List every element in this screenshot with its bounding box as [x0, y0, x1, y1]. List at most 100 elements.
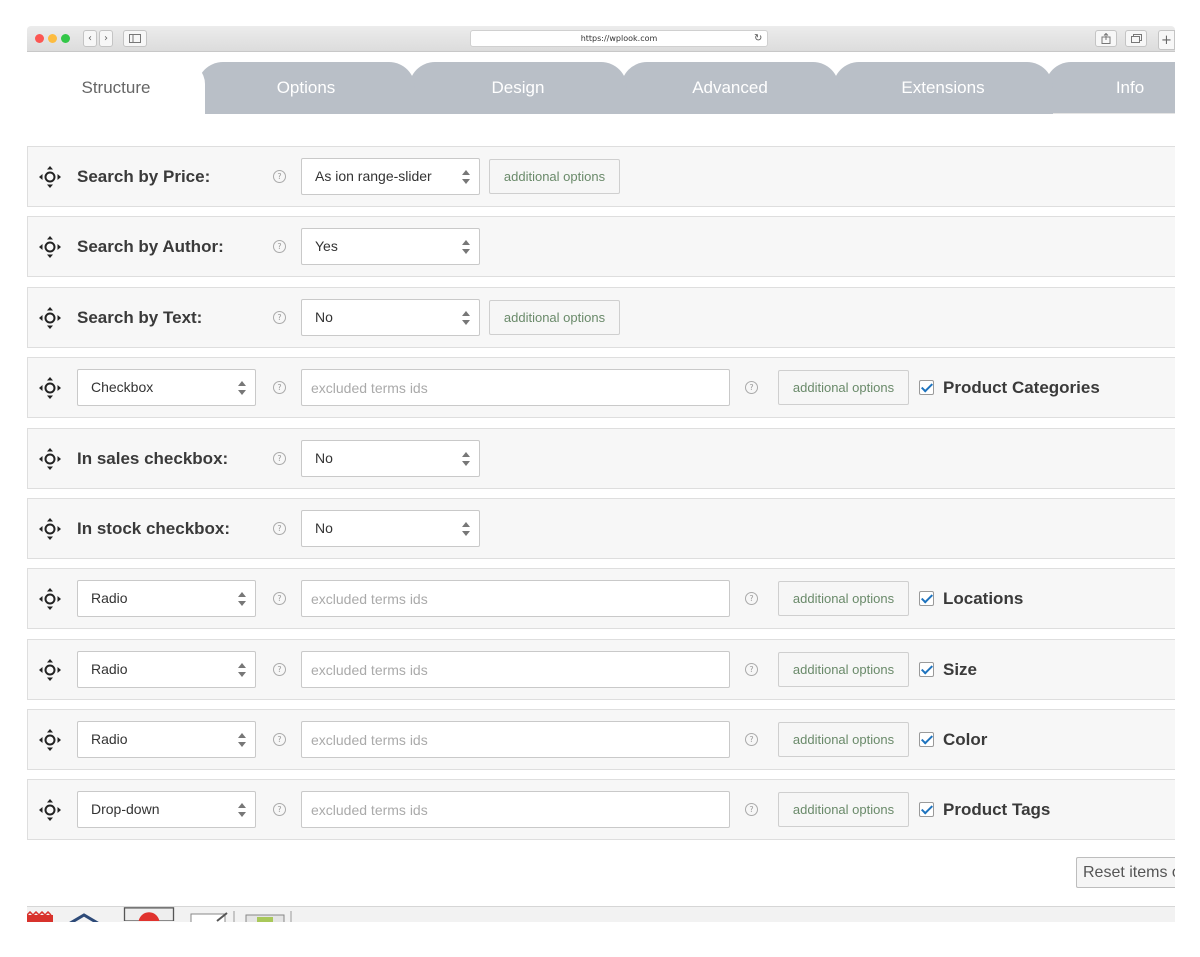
button-label: additional options — [792, 591, 895, 606]
help-icon[interactable]: ? — [273, 663, 286, 676]
display-type-select[interactable]: No — [301, 510, 480, 547]
tabs-overview-button[interactable] — [1125, 30, 1147, 47]
folder-icon[interactable] — [243, 911, 293, 922]
reload-icon[interactable]: ↻ — [754, 30, 762, 47]
additional-options-button[interactable]: additional options — [778, 581, 909, 616]
browser-toolbar: ‹ › https://wplook.com ↻ + — [27, 26, 1175, 52]
taxonomy-checkbox[interactable] — [919, 732, 934, 747]
record-icon[interactable] — [120, 907, 178, 921]
edit-icon[interactable] — [187, 911, 235, 922]
move-icon[interactable] — [38, 235, 62, 259]
display-type-select[interactable]: No — [301, 440, 480, 477]
tabs-icon — [1130, 34, 1142, 43]
display-type-select[interactable]: No — [301, 299, 480, 336]
help-icon[interactable]: ? — [273, 240, 286, 253]
select-value: Drop-down — [91, 801, 160, 817]
help-icon[interactable]: ? — [273, 803, 286, 816]
select-arrows-icon — [462, 451, 470, 467]
display-type-select[interactable]: As ion range-slider — [301, 158, 480, 195]
item-row-locations: Radio ? ? additional options Locations — [27, 568, 1175, 629]
move-icon[interactable] — [38, 728, 62, 752]
display-type-select[interactable]: Yes — [301, 228, 480, 265]
tab-label: Info — [1115, 78, 1145, 97]
calendar-icon[interactable] — [27, 911, 53, 922]
display-type-select[interactable]: Checkbox — [77, 369, 256, 406]
back-button[interactable]: ‹ — [83, 30, 97, 47]
display-type-select[interactable]: Radio — [77, 651, 256, 688]
move-icon[interactable] — [38, 517, 62, 541]
tab-options[interactable]: Options — [197, 62, 415, 114]
help-icon[interactable]: ? — [273, 733, 286, 746]
tab-label: Advanced — [692, 78, 768, 97]
excluded-terms-input[interactable] — [301, 580, 730, 617]
additional-options-button[interactable]: additional options — [778, 722, 909, 757]
sidebar-toggle-button[interactable] — [123, 30, 147, 47]
excluded-terms-input[interactable] — [301, 791, 730, 828]
close-window-button[interactable] — [35, 34, 44, 43]
help-icon[interactable]: ? — [745, 733, 758, 746]
tab-info[interactable]: Info — [1045, 62, 1175, 114]
item-row-product-categories: Checkbox ? ? additional options Product … — [27, 357, 1175, 418]
move-icon[interactable] — [38, 306, 62, 330]
reset-items-order-button[interactable]: Reset items order — [1076, 857, 1175, 888]
help-icon[interactable]: ? — [273, 170, 286, 183]
item-row-in-sales: In sales checkbox: ? No — [27, 428, 1175, 489]
select-value: Radio — [91, 590, 128, 606]
help-icon[interactable]: ? — [745, 592, 758, 605]
back-icon: ‹ — [88, 33, 92, 44]
additional-options-button[interactable]: additional options — [489, 300, 620, 335]
move-icon[interactable] — [38, 447, 62, 471]
help-icon[interactable]: ? — [273, 592, 286, 605]
bottom-dock — [27, 906, 1175, 922]
move-icon[interactable] — [38, 587, 62, 611]
additional-options-button[interactable]: additional options — [778, 652, 909, 687]
display-type-select[interactable]: Drop-down — [77, 791, 256, 828]
address-bar[interactable]: https://wplook.com — [470, 30, 768, 47]
share-button[interactable] — [1095, 30, 1117, 47]
move-icon[interactable] — [38, 658, 62, 682]
home-icon[interactable] — [65, 911, 103, 922]
forward-button[interactable]: › — [99, 30, 113, 47]
zoom-window-button[interactable] — [61, 34, 70, 43]
additional-options-button[interactable]: additional options — [778, 370, 909, 405]
help-icon[interactable]: ? — [745, 663, 758, 676]
select-value: No — [315, 309, 333, 325]
tab-advanced[interactable]: Advanced — [621, 62, 839, 114]
taxonomy-checkbox[interactable] — [919, 591, 934, 606]
display-type-select[interactable]: Radio — [77, 721, 256, 758]
move-icon[interactable] — [38, 798, 62, 822]
select-arrows-icon — [462, 521, 470, 537]
minimize-window-button[interactable] — [48, 34, 57, 43]
item-label: In sales checkbox: — [77, 449, 229, 468]
tab-label: Design — [491, 78, 545, 97]
item-label: Search by Text: — [77, 308, 203, 327]
taxonomy-label: Locations — [943, 589, 1024, 608]
select-value: No — [315, 520, 333, 536]
tab-extensions[interactable]: Extensions — [833, 62, 1053, 114]
help-icon[interactable]: ? — [745, 803, 758, 816]
move-icon[interactable] — [38, 165, 62, 189]
taxonomy-checkbox[interactable] — [919, 802, 934, 817]
help-icon[interactable]: ? — [273, 522, 286, 535]
help-icon[interactable]: ? — [273, 452, 286, 465]
excluded-terms-input[interactable] — [301, 651, 730, 688]
item-row-size: Radio ? ? additional options Size — [27, 639, 1175, 700]
select-arrows-icon — [238, 591, 246, 607]
select-arrows-icon — [462, 310, 470, 326]
select-arrows-icon — [462, 239, 470, 255]
help-icon[interactable]: ? — [745, 381, 758, 394]
help-icon[interactable]: ? — [273, 381, 286, 394]
additional-options-button[interactable]: additional options — [778, 792, 909, 827]
new-tab-button[interactable]: + — [1158, 30, 1175, 50]
taxonomy-checkbox[interactable] — [919, 662, 934, 677]
excluded-terms-input[interactable] — [301, 721, 730, 758]
tab-label: Structure — [81, 78, 151, 97]
taxonomy-checkbox[interactable] — [919, 380, 934, 395]
additional-options-button[interactable]: additional options — [489, 159, 620, 194]
tab-structure[interactable]: Structure — [27, 62, 205, 114]
move-icon[interactable] — [38, 376, 62, 400]
tab-design[interactable]: Design — [409, 62, 627, 114]
excluded-terms-input[interactable] — [301, 369, 730, 406]
display-type-select[interactable]: Radio — [77, 580, 256, 617]
help-icon[interactable]: ? — [273, 311, 286, 324]
